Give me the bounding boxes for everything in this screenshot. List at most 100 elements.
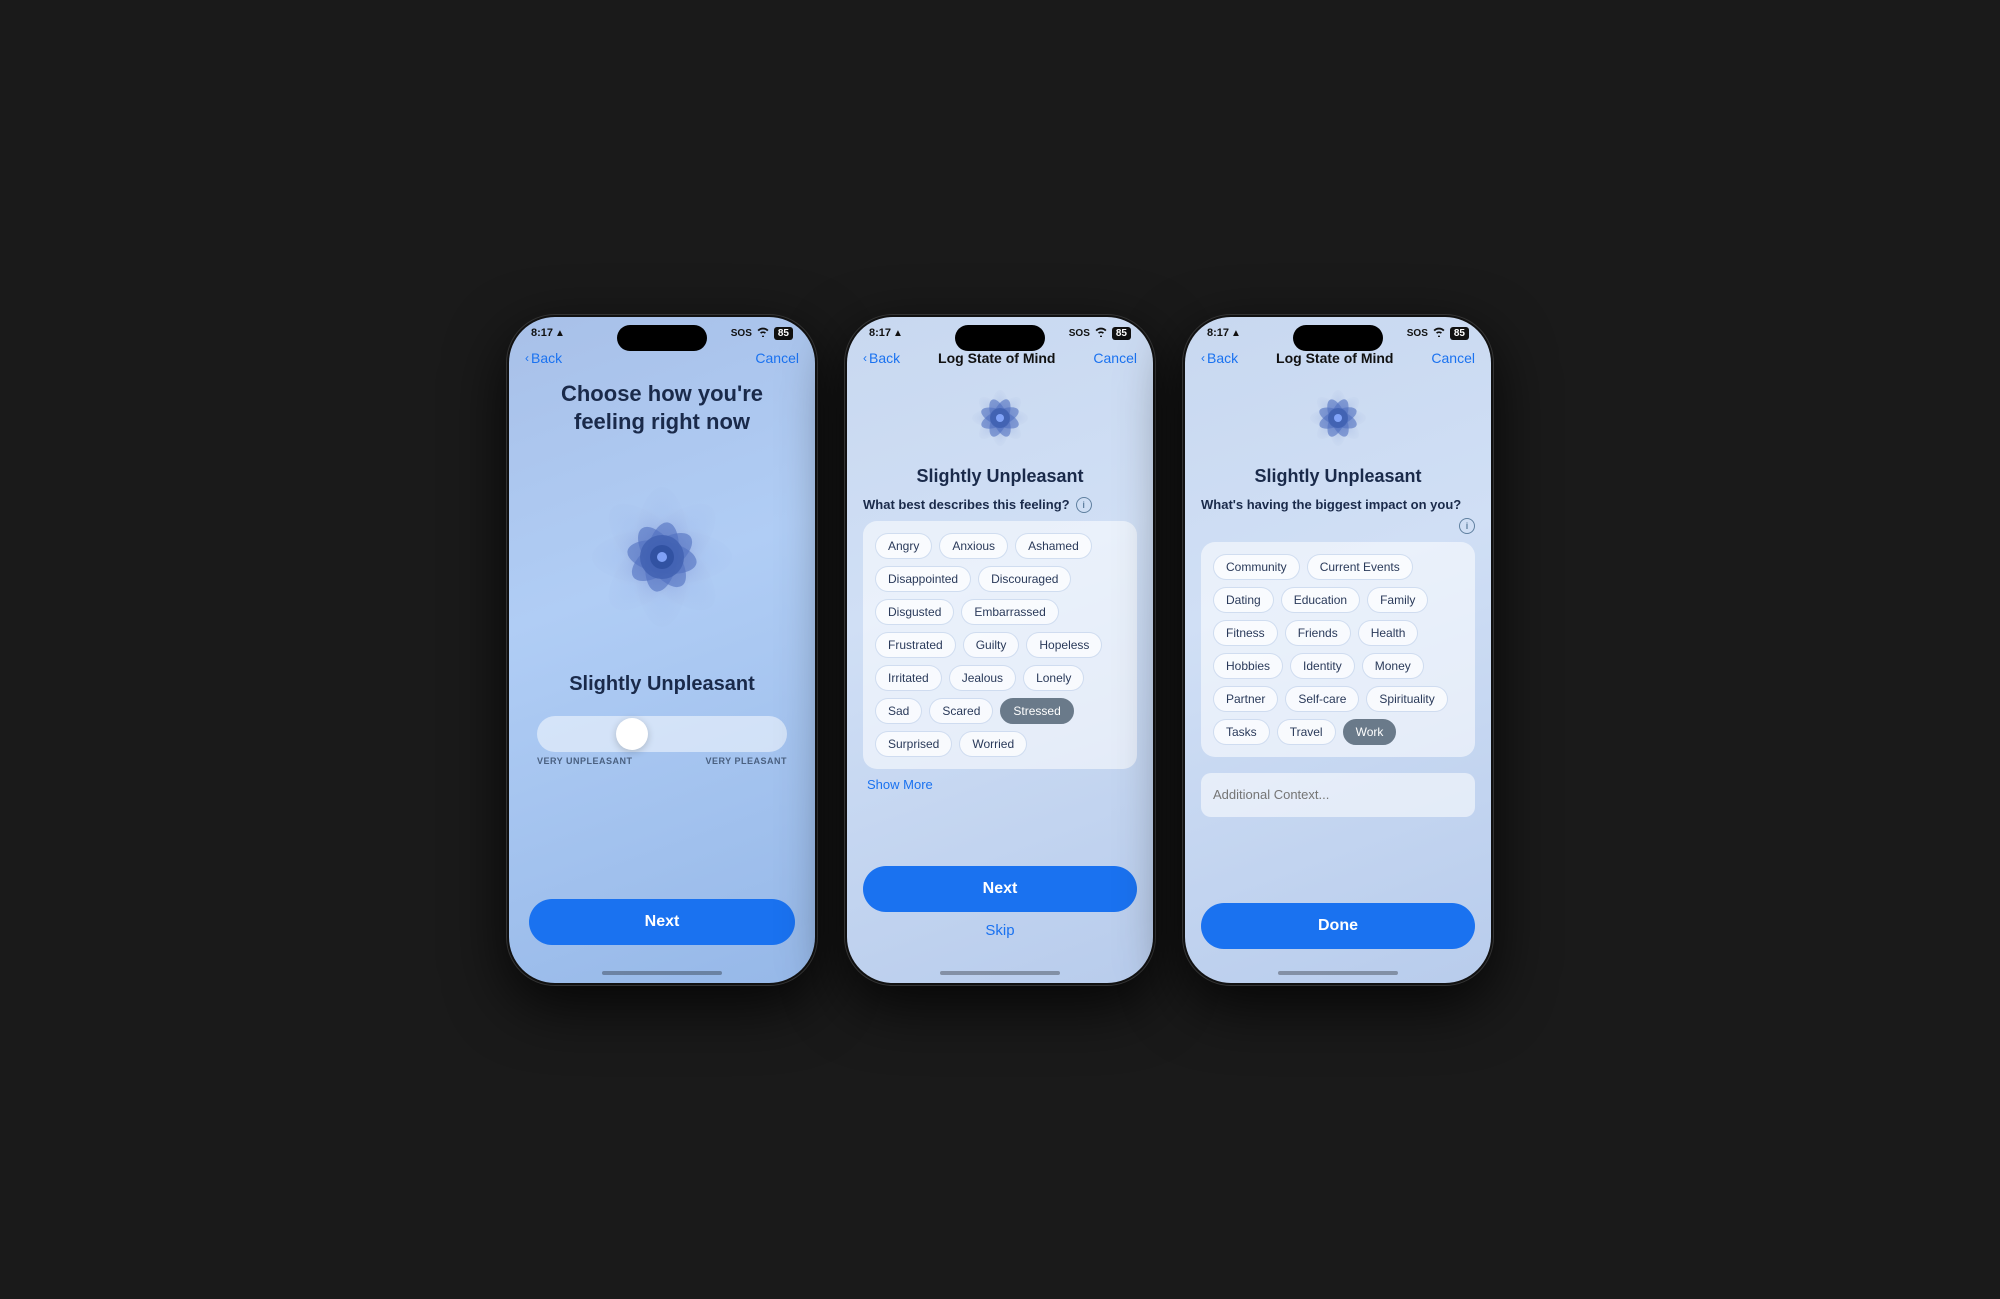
tag-education[interactable]: Education [1281, 587, 1360, 613]
tag-community[interactable]: Community [1213, 554, 1300, 580]
tag-disgusted[interactable]: Disgusted [875, 599, 954, 625]
slider-right-label: VERY PLEASANT [705, 756, 787, 766]
phone-2: 8:17 ▲ SOS 85 ‹ Back Log State of Mind C… [845, 315, 1155, 985]
cancel-button-1[interactable]: Cancel [755, 350, 799, 366]
next-button-1[interactable]: Next [529, 899, 795, 945]
tag-disappointed[interactable]: Disappointed [875, 566, 971, 592]
tag-irritated[interactable]: Irritated [875, 665, 942, 691]
battery-icon-3: 85 [1450, 327, 1469, 340]
btn-area-3: Done [1201, 895, 1475, 949]
home-indicator-3 [1278, 971, 1398, 975]
wifi-icon-2 [1094, 327, 1108, 340]
phone-2-screen: 8:17 ▲ SOS 85 ‹ Back Log State of Mind C… [847, 317, 1153, 983]
tag-current-events[interactable]: Current Events [1307, 554, 1413, 580]
section-title-3: What's having the biggest impact on you?… [1201, 497, 1475, 534]
slider-left-label: VERY UNPLEASANT [537, 756, 633, 766]
slider-track[interactable] [537, 716, 787, 752]
flower-graphic-2 [960, 378, 1040, 458]
screen1-title: Choose how you're feeling right now [529, 380, 795, 437]
sos-2: SOS [1069, 328, 1090, 339]
show-more-button[interactable]: Show More [867, 777, 933, 792]
tag-embarrassed[interactable]: Embarrassed [961, 599, 1058, 625]
home-indicator-1 [602, 971, 722, 975]
chevron-icon-3: ‹ [1201, 351, 1205, 365]
tag-spirituality[interactable]: Spirituality [1366, 686, 1447, 712]
tag-ashamed[interactable]: Ashamed [1015, 533, 1092, 559]
home-indicator-2 [940, 971, 1060, 975]
tag-jealous[interactable]: Jealous [949, 665, 1016, 691]
tag-identity[interactable]: Identity [1290, 653, 1355, 679]
phone-3: 8:17 ▲ SOS 85 ‹ Back Log State of Mind C… [1183, 315, 1493, 985]
screen1-content: Choose how you're feeling right now [509, 370, 815, 965]
nav-title-3: Log State of Mind [1276, 350, 1393, 366]
tag-partner[interactable]: Partner [1213, 686, 1278, 712]
tag-surprised[interactable]: Surprised [875, 731, 952, 757]
sos-1: SOS [731, 328, 752, 339]
tag-sad[interactable]: Sad [875, 698, 922, 724]
tag-hopeless[interactable]: Hopeless [1026, 632, 1102, 658]
dynamic-island-3 [1293, 325, 1383, 351]
chevron-icon-2: ‹ [863, 351, 867, 365]
dynamic-island-2 [955, 325, 1045, 351]
tag-health[interactable]: Health [1358, 620, 1419, 646]
back-button-3[interactable]: ‹ Back [1201, 350, 1238, 366]
done-button[interactable]: Done [1201, 903, 1475, 949]
screen2-content: Slightly Unpleasant What best describes … [847, 370, 1153, 965]
dynamic-island-1 [617, 325, 707, 351]
slider-container: VERY UNPLEASANT VERY PLEASANT [529, 716, 795, 766]
tag-family[interactable]: Family [1367, 587, 1428, 613]
mood-label-3: Slightly Unpleasant [1254, 466, 1421, 487]
tag-worried[interactable]: Worried [959, 731, 1027, 757]
phone-1-screen: 8:17 ▲ SOS 85 ‹ Back Cancel Choose how y… [509, 317, 815, 983]
time-3: 8:17 [1207, 327, 1229, 339]
nav-title-2: Log State of Mind [938, 350, 1055, 366]
mood-label-2: Slightly Unpleasant [916, 466, 1083, 487]
sos-3: SOS [1407, 328, 1428, 339]
tag-tasks[interactable]: Tasks [1213, 719, 1270, 745]
section-title-2: What best describes this feeling? i [863, 497, 1092, 513]
info-icon-2[interactable]: i [1076, 497, 1092, 513]
back-button-1[interactable]: ‹ Back [525, 350, 562, 366]
tag-guilty[interactable]: Guilty [963, 632, 1020, 658]
tag-discouraged[interactable]: Discouraged [978, 566, 1071, 592]
phone-1: 8:17 ▲ SOS 85 ‹ Back Cancel Choose how y… [507, 315, 817, 985]
tag-angry[interactable]: Angry [875, 533, 932, 559]
next-button-2[interactable]: Next [863, 866, 1137, 912]
phone-3-screen: 8:17 ▲ SOS 85 ‹ Back Log State of Mind C… [1185, 317, 1491, 983]
additional-context-input[interactable] [1201, 773, 1475, 817]
tag-fitness[interactable]: Fitness [1213, 620, 1278, 646]
battery-icon-1: 85 [774, 327, 793, 340]
slider-thumb[interactable] [616, 718, 648, 750]
time-1: 8:17 [531, 327, 553, 339]
chevron-icon-1: ‹ [525, 351, 529, 365]
tag-anxious[interactable]: Anxious [939, 533, 1008, 559]
tag-work[interactable]: Work [1343, 719, 1397, 745]
cancel-button-2[interactable]: Cancel [1093, 350, 1137, 366]
wifi-icon-1 [756, 327, 770, 340]
mood-label-1: Slightly Unpleasant [569, 673, 755, 696]
slider-labels: VERY UNPLEASANT VERY PLEASANT [537, 756, 787, 766]
btn-area-2: Next Skip [863, 858, 1137, 949]
screen3-content: Slightly Unpleasant What's having the bi… [1185, 370, 1491, 965]
skip-button[interactable]: Skip [863, 912, 1137, 949]
tag-dating[interactable]: Dating [1213, 587, 1274, 613]
flower-graphic-1 [562, 457, 762, 657]
tag-self-care[interactable]: Self-care [1285, 686, 1359, 712]
tag-lonely[interactable]: Lonely [1023, 665, 1084, 691]
location-icon-1: ▲ [555, 328, 565, 339]
tag-friends[interactable]: Friends [1285, 620, 1351, 646]
cancel-button-3[interactable]: Cancel [1431, 350, 1475, 366]
tags-box-3: Community Current Events Dating Education Fa… [1201, 542, 1475, 757]
time-2: 8:17 [869, 327, 891, 339]
wifi-icon-3 [1432, 327, 1446, 340]
flower-graphic-3 [1298, 378, 1378, 458]
tag-money[interactable]: Money [1362, 653, 1424, 679]
tag-travel[interactable]: Travel [1277, 719, 1336, 745]
tag-frustrated[interactable]: Frustrated [875, 632, 956, 658]
tag-stressed[interactable]: Stressed [1000, 698, 1073, 724]
info-icon-3[interactable]: i [1459, 518, 1475, 534]
tag-scared[interactable]: Scared [929, 698, 993, 724]
tags-box-2: Angry Anxious Ashamed Disappointed Discourag… [863, 521, 1137, 769]
back-button-2[interactable]: ‹ Back [863, 350, 900, 366]
tag-hobbies[interactable]: Hobbies [1213, 653, 1283, 679]
